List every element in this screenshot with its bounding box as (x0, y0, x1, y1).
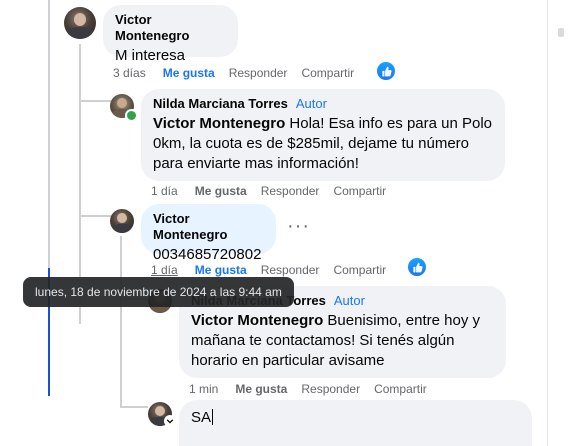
comment-actions: 1 día Me gusta Responder Compartir (151, 184, 400, 198)
like-button[interactable]: Me gusta (195, 184, 247, 198)
comment-timestamp[interactable]: 1 día (151, 184, 178, 198)
avatar[interactable] (64, 7, 96, 39)
comment-text: Victor Montenegro Buenisimo, entre hoy y… (191, 312, 480, 369)
panel-edge (547, 0, 548, 446)
like-reaction-icon[interactable] (408, 258, 426, 276)
timestamp-tooltip: lunes, 18 de noviembre de 2024 a las 9:4… (23, 277, 294, 307)
thread-branch (81, 215, 111, 217)
reply-input[interactable]: SA (179, 400, 532, 446)
comment-actions: 1 día Me gusta Responder Compartir (151, 263, 400, 277)
reply-button[interactable]: Responder (301, 382, 360, 396)
comment-text: 0034685720802 (153, 246, 262, 263)
online-status-icon (125, 109, 138, 122)
more-options-icon[interactable]: ··· (287, 215, 310, 238)
comment-bubble: Victor Montenegro M interesa (103, 5, 238, 64)
comment-actions: 3 días Me gusta Responder Compartir (113, 66, 368, 80)
comment-timestamp[interactable]: 1 día (151, 263, 178, 277)
thread-line (48, 0, 50, 268)
comment-timestamp[interactable]: 3 días (113, 66, 146, 80)
reply-button[interactable]: Responder (261, 184, 320, 198)
avatar[interactable] (110, 209, 134, 233)
share-button[interactable]: Compartir (333, 263, 386, 277)
share-button[interactable]: Compartir (333, 184, 386, 198)
thread-branch (122, 406, 148, 408)
like-button[interactable]: Me gusta (163, 66, 215, 80)
comment-author[interactable]: Victor Montenegro (115, 12, 226, 44)
comment-text: Victor Montenegro Hola! Esa info es para… (153, 115, 493, 172)
reply-button[interactable]: Responder (261, 263, 320, 277)
thread-line (120, 236, 122, 408)
comment-text: M interesa (115, 47, 186, 64)
comment-bubble: Nilda Marciana Torres Autor Victor Monten… (141, 89, 505, 181)
share-button[interactable]: Compartir (301, 66, 354, 80)
reply-button[interactable]: Responder (229, 66, 288, 80)
comment-author[interactable]: Victor Montenegro (153, 211, 264, 243)
mention-link[interactable]: Victor Montenegro (191, 312, 323, 329)
comment-bubble: Victor Montenegro 0034685720802 (141, 204, 276, 263)
reply-input-value[interactable]: SA (191, 409, 211, 426)
comment-actions: 1 min Me gusta Responder Compartir (189, 382, 441, 396)
like-button[interactable]: Me gusta (235, 382, 287, 396)
text-cursor (212, 409, 214, 425)
like-reaction-icon[interactable] (377, 62, 395, 80)
comment-timestamp[interactable]: 1 min (189, 382, 218, 396)
thread-branch (81, 100, 111, 102)
author-badge: Autor (295, 96, 327, 111)
like-button[interactable]: Me gusta (195, 263, 247, 277)
scrollbar[interactable] (558, 28, 564, 37)
share-button[interactable]: Compartir (374, 382, 427, 396)
comment-author[interactable]: Nilda Marciana Torres (153, 96, 288, 111)
author-badge: Autor (333, 293, 365, 308)
mention-link[interactable]: Victor Montenegro (153, 115, 285, 132)
chevron-down-icon[interactable] (164, 415, 176, 427)
